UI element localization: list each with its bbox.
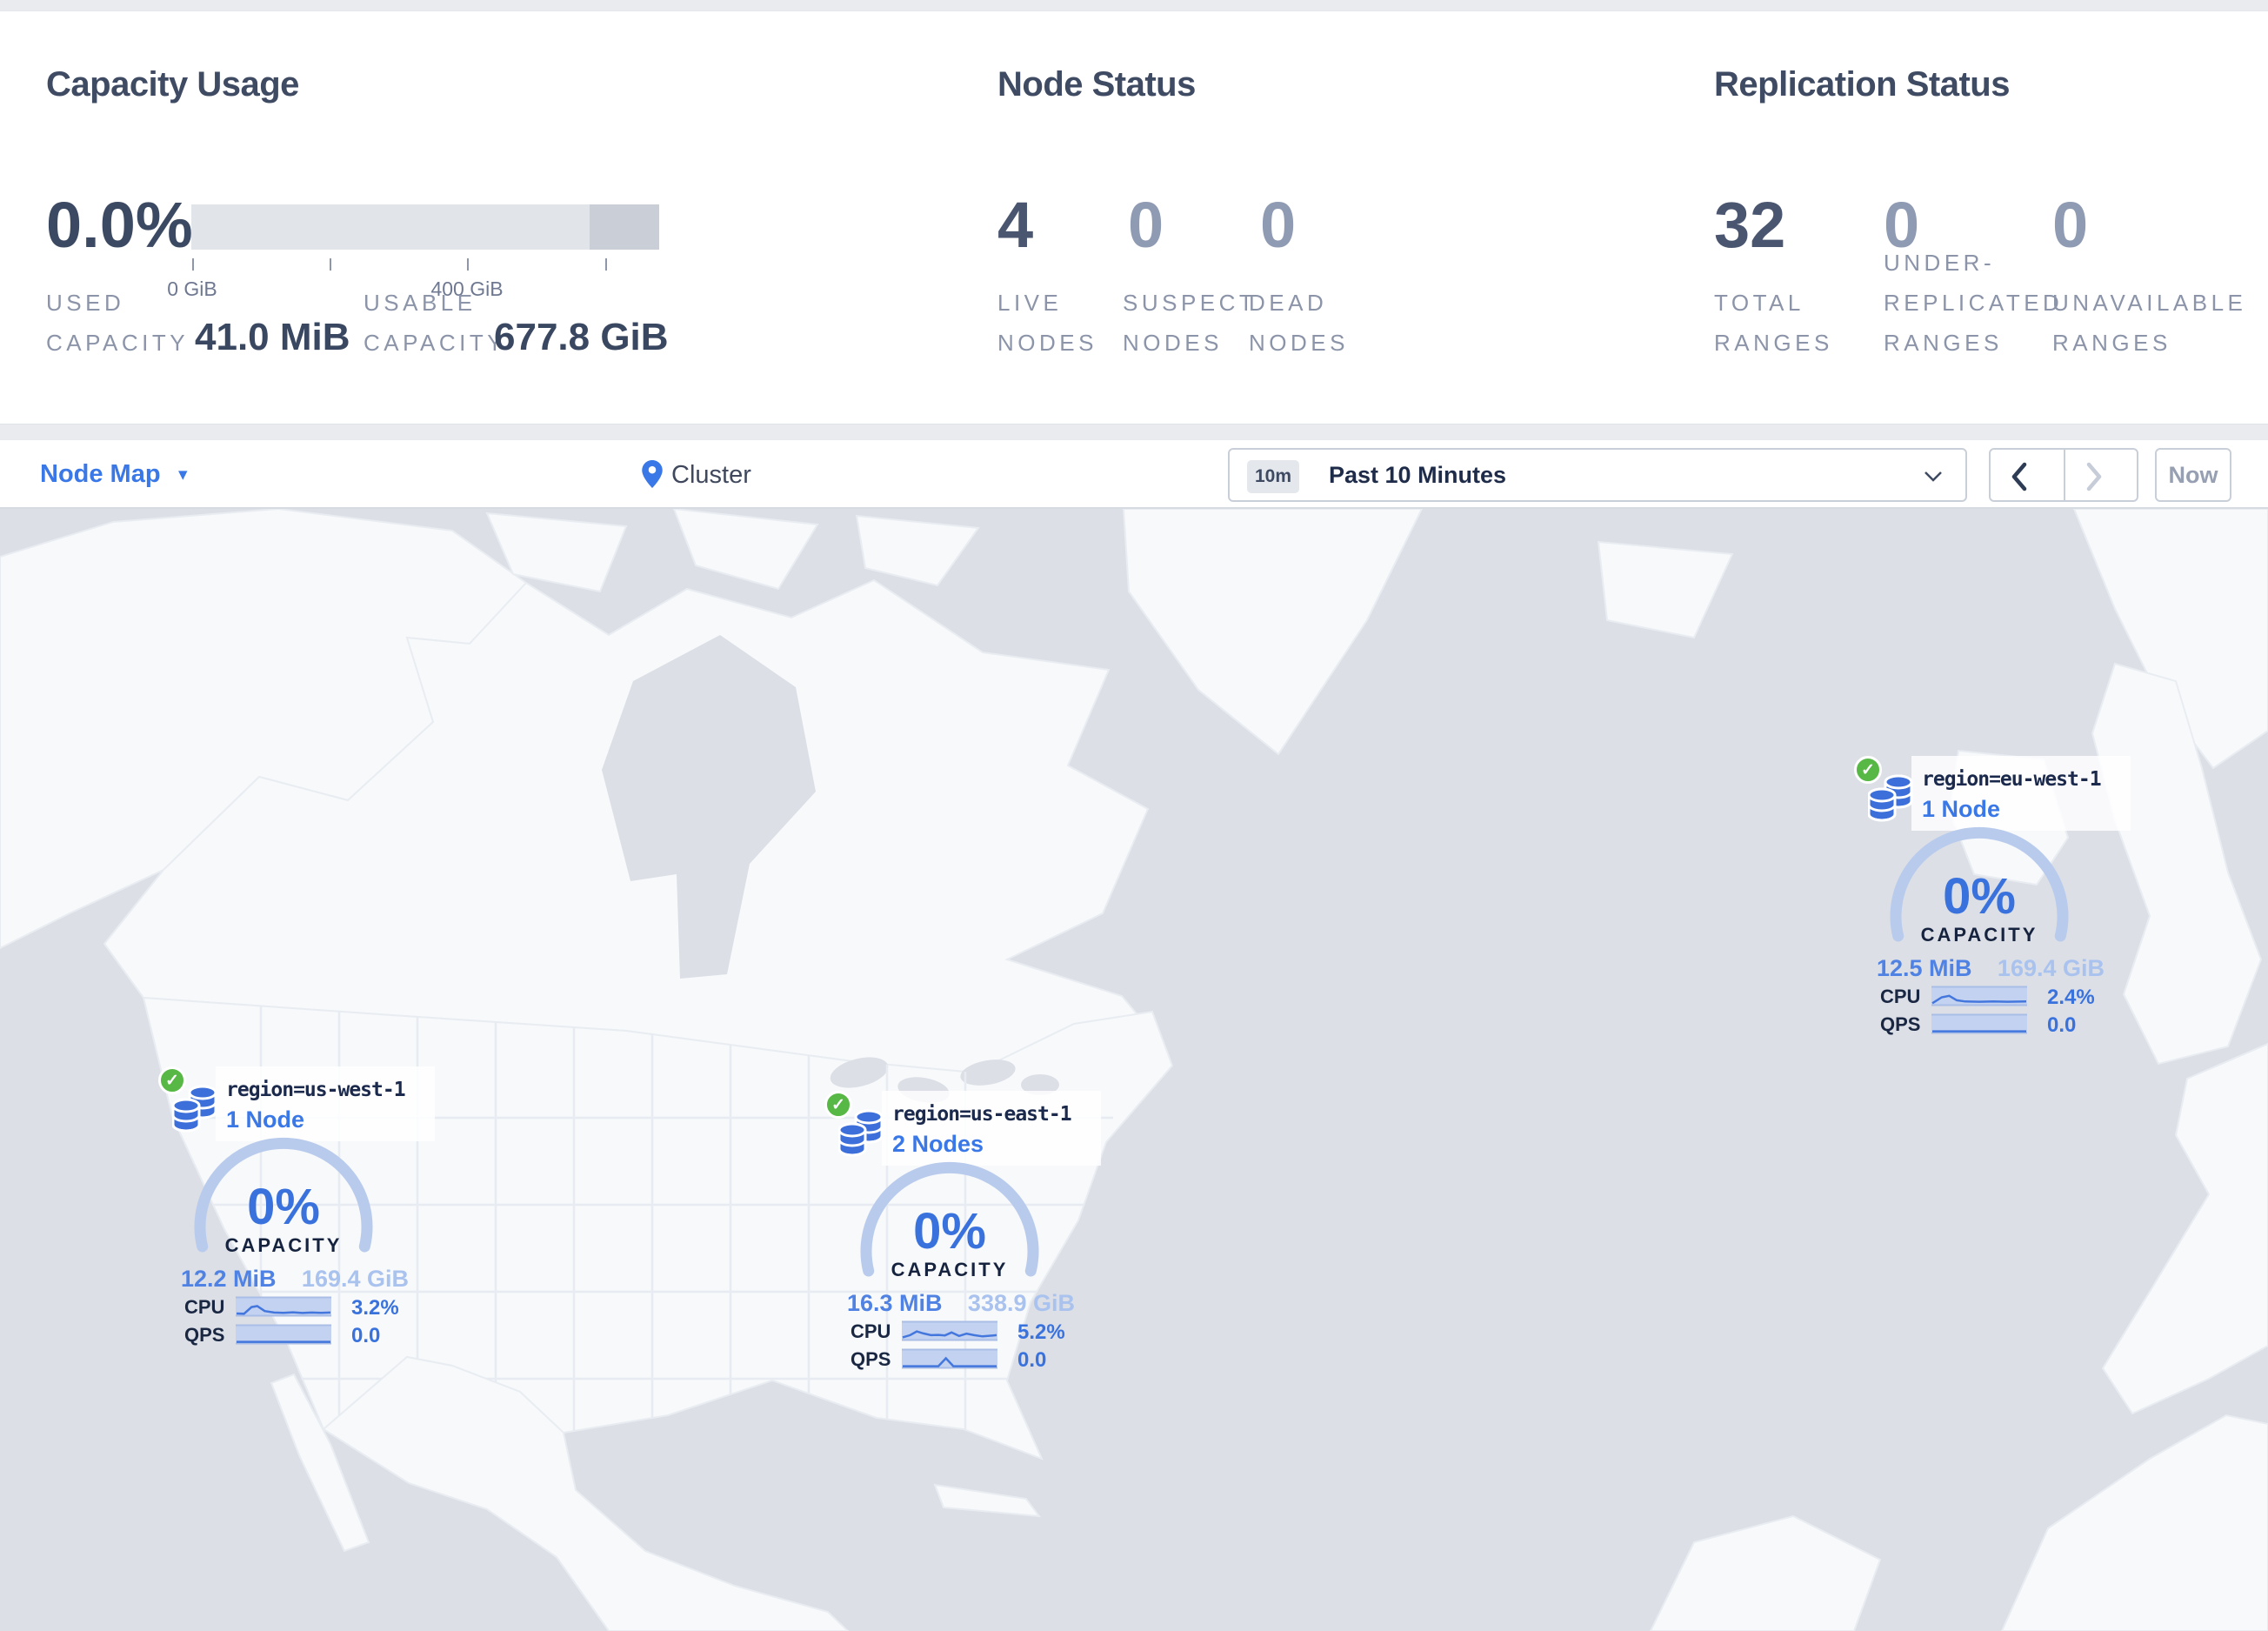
- region-marker-us-east-1[interactable]: ✓ region=us-east-1 2 Nodes 0% CAPACITY 1…: [805, 1079, 1105, 1383]
- prev-time-window-button[interactable]: [2010, 462, 2029, 491]
- cpu-value: 5.2%: [1017, 1320, 1065, 1344]
- cpu-metric-row: CPU 3.2%: [184, 1296, 419, 1320]
- land-south-america: [1649, 1514, 1882, 1631]
- node-count-link[interactable]: 2 Nodes: [892, 1131, 984, 1158]
- cpu-metric-row: CPU 5.2%: [850, 1320, 1085, 1344]
- land-africa: [2000, 1414, 2268, 1631]
- dead-nodes-count: 0: [1260, 189, 1297, 261]
- land-greenland: [1122, 509, 1424, 756]
- total-ranges-count: 32: [1714, 189, 1786, 261]
- cpu-value: 3.2%: [351, 1296, 399, 1320]
- usable-capacity-label: USABLE CAPACITY: [364, 290, 507, 356]
- axis-tick: [467, 258, 469, 271]
- axis-tick: [192, 258, 194, 271]
- qps-metric-row: QPS 0.0: [850, 1348, 1085, 1372]
- qps-value: 0.0: [2047, 1013, 2077, 1037]
- cpu-sparkline: [902, 1320, 997, 1341]
- node-status-title: Node Status: [997, 65, 1196, 104]
- total-capacity-value: 338.9 GiB: [967, 1290, 1075, 1316]
- usable-capacity-value: 677.8 GiB: [494, 316, 669, 358]
- land-cuba: [933, 1483, 1042, 1518]
- axis-tick: [605, 258, 607, 271]
- capacity-label: CAPACITY: [1920, 924, 2038, 946]
- used-capacity-value: 16.3 MiB: [847, 1290, 943, 1316]
- capacity-percent: 0%: [913, 1203, 986, 1260]
- land-arctic-island: [672, 509, 819, 591]
- dead-nodes-label: DEAD NODES: [1249, 290, 1349, 356]
- region-label[interactable]: region=eu-west-1: [1922, 768, 2102, 791]
- qps-sparkline: [902, 1348, 997, 1369]
- used-capacity-value: 41.0 MiB: [195, 316, 350, 358]
- cpu-label: CPU: [184, 1296, 225, 1318]
- total-capacity-value: 169.4 GiB: [301, 1266, 409, 1292]
- under-replicated-ranges-label: UNDER-REPLICATED RANGES: [1884, 250, 2064, 356]
- region-label[interactable]: region=us-east-1: [892, 1103, 1072, 1126]
- qps-sparkline: [236, 1324, 331, 1345]
- cpu-value: 2.4%: [2047, 986, 2095, 1009]
- region-marker-us-west-1[interactable]: ✓ region=us-west-1 1 Node 0% CAPACITY 12…: [139, 1054, 439, 1359]
- capacity-percent: 0%: [247, 1179, 320, 1235]
- qps-sparkline: [1931, 1013, 2027, 1034]
- cpu-sparkline: [236, 1296, 331, 1317]
- time-range-dropdown[interactable]: 10m Past 10 Minutes: [1228, 448, 1967, 502]
- capacity-label: CAPACITY: [224, 1234, 343, 1256]
- time-range-label: Past 10 Minutes: [1329, 462, 1507, 488]
- region-label[interactable]: region=us-west-1: [226, 1079, 406, 1101]
- live-nodes-label: LIVE NODES: [997, 290, 1097, 356]
- database-stack-icon: [172, 1085, 217, 1133]
- time-step-control: [1989, 448, 2138, 502]
- cpu-label: CPU: [850, 1320, 891, 1342]
- view-selector-node-map[interactable]: Node Map: [40, 460, 161, 489]
- axis-tick: [330, 258, 331, 271]
- land-iceland: [1597, 540, 1734, 639]
- divider: [2064, 450, 2065, 500]
- capacity-label: CAPACITY: [891, 1259, 1009, 1280]
- unavailable-ranges-label: UNAVAILABLE RANGES: [2052, 290, 2247, 356]
- capacity-values: 12.2 MiB 169.4 GiB: [181, 1266, 409, 1293]
- database-stack-icon: [838, 1109, 884, 1157]
- qps-metric-row: QPS 0.0: [184, 1324, 419, 1347]
- total-ranges-label: TOTAL RANGES: [1714, 290, 1833, 356]
- cpu-sparkline: [1931, 986, 2027, 1006]
- capacity-values: 16.3 MiB 338.9 GiB: [847, 1290, 1075, 1317]
- region-marker-eu-west-1[interactable]: ✓ region=eu-west-1 1 Node 0% CAPACITY 12…: [1835, 744, 2135, 1048]
- map-toolbar: Node Map ▾ Cluster 10m Past 10 Minutes N…: [0, 439, 2268, 509]
- now-button[interactable]: Now: [2155, 448, 2231, 502]
- chevron-down-icon[interactable]: ▾: [178, 464, 188, 485]
- cpu-label: CPU: [1880, 986, 1921, 1007]
- cluster-summary-bar: Capacity Usage 0.0% 0 GiB 400 GiB USED C…: [0, 10, 2268, 424]
- used-capacity-value: 12.2 MiB: [181, 1266, 277, 1292]
- replication-status-title: Replication Status: [1714, 65, 2010, 104]
- live-nodes-count: 4: [997, 189, 1034, 261]
- capacity-bar-nonusable-segment: [590, 204, 659, 250]
- capacity-bar: 0 GiB 400 GiB: [167, 204, 659, 300]
- breadcrumb-cluster[interactable]: Cluster: [671, 461, 751, 490]
- node-count-link[interactable]: 1 Node: [226, 1106, 304, 1133]
- database-stack-icon: [1868, 774, 1913, 822]
- qps-label: QPS: [850, 1348, 891, 1370]
- suspect-nodes-label: SUSPECT NODES: [1123, 290, 1257, 356]
- total-capacity-value: 169.4 GiB: [1997, 955, 2105, 981]
- cpu-metric-row: CPU 2.4%: [1880, 986, 2115, 1009]
- capacity-percent: 0%: [1943, 868, 2016, 925]
- land-arctic-island: [855, 514, 980, 587]
- land-europe: [2101, 1042, 2268, 1415]
- capacity-values: 12.5 MiB 169.4 GiB: [1877, 955, 2105, 982]
- chevron-down-icon: [1924, 471, 1942, 482]
- qps-value: 0.0: [351, 1324, 381, 1347]
- capacity-percent: 0.0%: [46, 189, 193, 261]
- next-time-window-button[interactable]: [2085, 462, 2104, 491]
- qps-label: QPS: [184, 1324, 225, 1346]
- suspect-nodes-count: 0: [1128, 189, 1164, 261]
- time-range-badge: 10m: [1247, 460, 1299, 493]
- qps-value: 0.0: [1017, 1348, 1047, 1372]
- used-capacity-value: 12.5 MiB: [1877, 955, 1972, 981]
- qps-metric-row: QPS 0.0: [1880, 1013, 2115, 1037]
- qps-label: QPS: [1880, 1013, 1921, 1035]
- capacity-usage-title: Capacity Usage: [46, 65, 299, 104]
- location-pin-icon: [642, 460, 663, 488]
- used-capacity-label: USED CAPACITY: [46, 290, 190, 356]
- node-count-link[interactable]: 1 Node: [1922, 796, 2000, 823]
